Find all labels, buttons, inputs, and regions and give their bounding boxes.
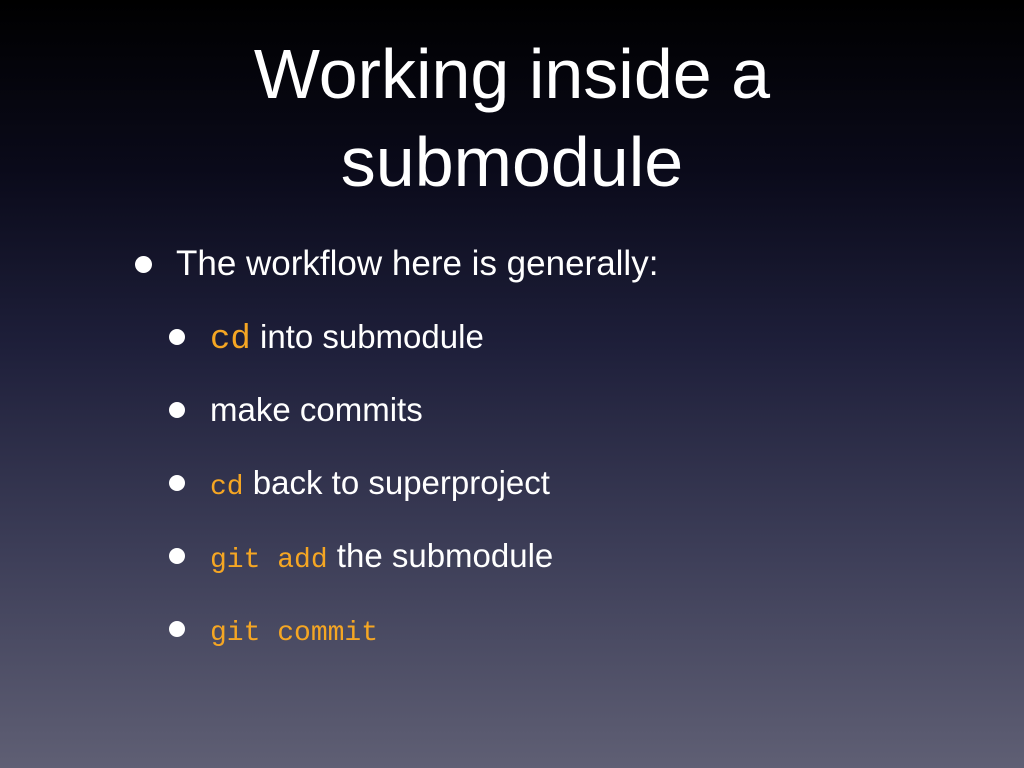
code-snippet: git commit	[210, 618, 379, 649]
slide-title: Working inside a submodule	[0, 30, 1024, 206]
bullet-dot-icon	[169, 329, 185, 345]
bullet-dot-icon	[169, 475, 185, 491]
slide-title-line-2: submodule	[340, 123, 684, 201]
sub-bullet-list: cd into submodule make commits cd back t…	[0, 300, 1024, 665]
bullet-dot-icon	[169, 621, 185, 637]
slide: Working inside a submodule The workflow …	[0, 0, 1024, 768]
sub-bullet-text: make commits	[210, 391, 423, 428]
sub-bullet-text: back to superproject	[243, 464, 550, 501]
bullet-dot-icon	[169, 548, 185, 564]
bullet-item-workflow: The workflow here is generally:	[0, 236, 1024, 292]
code-snippet: git add	[210, 545, 328, 576]
sub-bullet-cd-into: cd into submodule	[0, 300, 1024, 373]
bullet-dot-icon	[169, 402, 185, 418]
sub-bullet-make-commits: make commits	[0, 373, 1024, 446]
slide-title-line-1: Working inside a	[253, 35, 771, 113]
bullet-dot-icon	[135, 256, 152, 273]
sub-bullet-text: into submodule	[250, 318, 484, 355]
code-snippet: cd	[210, 321, 251, 359]
sub-bullet-git-commit: git commit	[0, 592, 1024, 665]
bullet-text: The workflow here is generally:	[176, 244, 659, 283]
sub-bullet-text: the submodule	[327, 537, 554, 574]
sub-bullet-git-add: git add the submodule	[0, 519, 1024, 592]
bullet-list: The workflow here is generally:	[0, 236, 1024, 292]
code-snippet: cd	[210, 472, 244, 503]
sub-bullet-cd-back: cd back to superproject	[0, 446, 1024, 519]
